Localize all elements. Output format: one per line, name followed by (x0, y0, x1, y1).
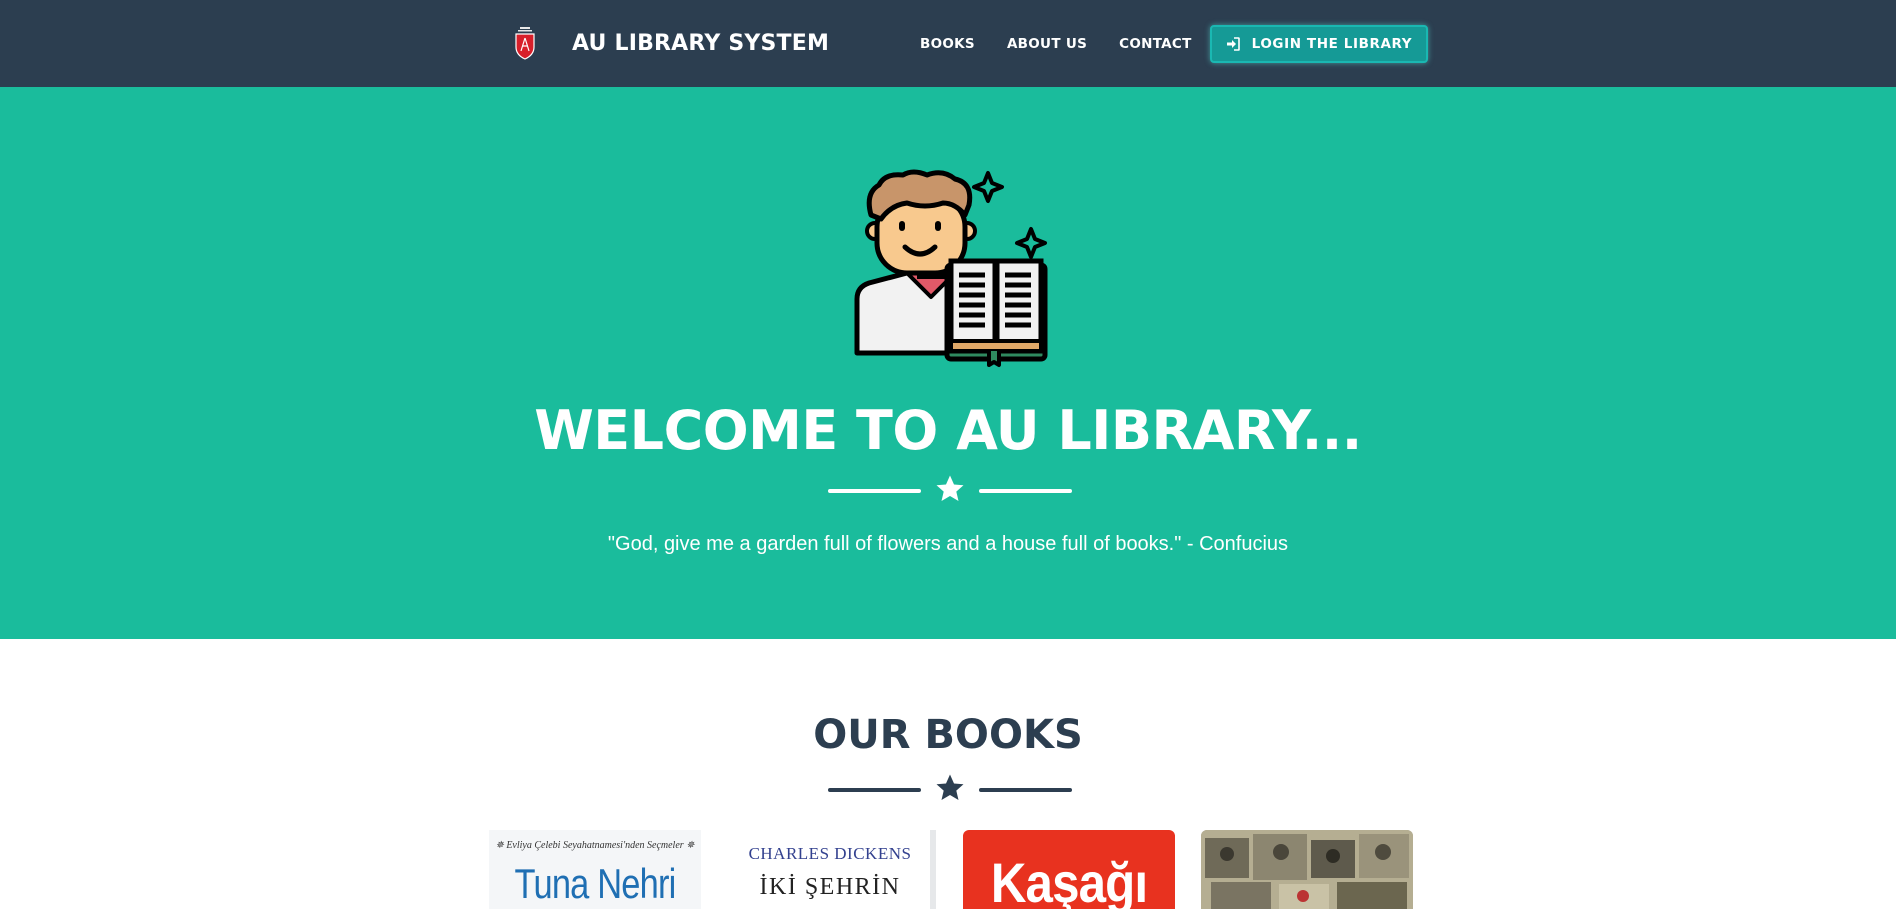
book-cover-title: İKİ ŞEHRİN (759, 874, 901, 900)
books-section-title: OUR BOOKS (813, 712, 1083, 758)
nav-links: BOOKS ABOUT US CONTACT LOGIN THE LIBRARY (920, 0, 1429, 87)
book-cover-title: Kaşağı (990, 851, 1148, 909)
brand[interactable]: AU LIBRARY SYSTEM (513, 26, 829, 60)
book-card[interactable]: ✵ Evliya Çelebi Seyahatnamesi'nden Seçme… (489, 830, 701, 909)
hero-quote: "God, give me a garden full of flowers a… (607, 533, 1289, 555)
book-card[interactable] (1201, 830, 1413, 909)
book-card[interactable]: CHARLES DICKENS İKİ ŞEHRİN (724, 830, 936, 909)
university-logo-icon (515, 27, 535, 60)
books-divider (828, 773, 1072, 807)
divider-line (979, 489, 1072, 493)
nav-link-about-us[interactable]: ABOUT US (1007, 36, 1087, 52)
nav-link-books[interactable]: BOOKS (920, 36, 975, 52)
hero-title: WELCOME TO AU LIBRARY... (534, 399, 1362, 462)
brand-title: AU LIBRARY SYSTEM (572, 30, 830, 56)
book-cover-author: CHARLES DICKENS (748, 844, 912, 863)
divider-line (828, 788, 921, 792)
star-icon (936, 475, 964, 501)
login-button[interactable]: LOGIN THE LIBRARY (1209, 24, 1429, 63)
reader-avatar-illustration (854, 169, 1048, 367)
hero-divider (828, 474, 1072, 508)
book-cover-subtitle: ✵ Evliya Çelebi Seyahatnamesi'nden Seçme… (495, 840, 695, 851)
divider-line (979, 788, 1072, 792)
sign-in-icon (1226, 36, 1240, 51)
divider-line (828, 489, 921, 493)
star-icon (936, 774, 964, 800)
login-button-label: LOGIN THE LIBRARY (1251, 35, 1413, 52)
book-cover-title: Tuna Nehri (514, 860, 677, 907)
navbar: AU LIBRARY SYSTEM BOOKS ABOUT US CONTACT… (0, 0, 1896, 87)
book-card[interactable]: Kaşağı (963, 830, 1175, 909)
nav-link-contact[interactable]: CONTACT (1119, 36, 1192, 52)
hero-section: WELCOME TO AU LIBRARY... "God, give me a… (0, 87, 1896, 639)
book-cover-photo-collage (1201, 830, 1413, 909)
